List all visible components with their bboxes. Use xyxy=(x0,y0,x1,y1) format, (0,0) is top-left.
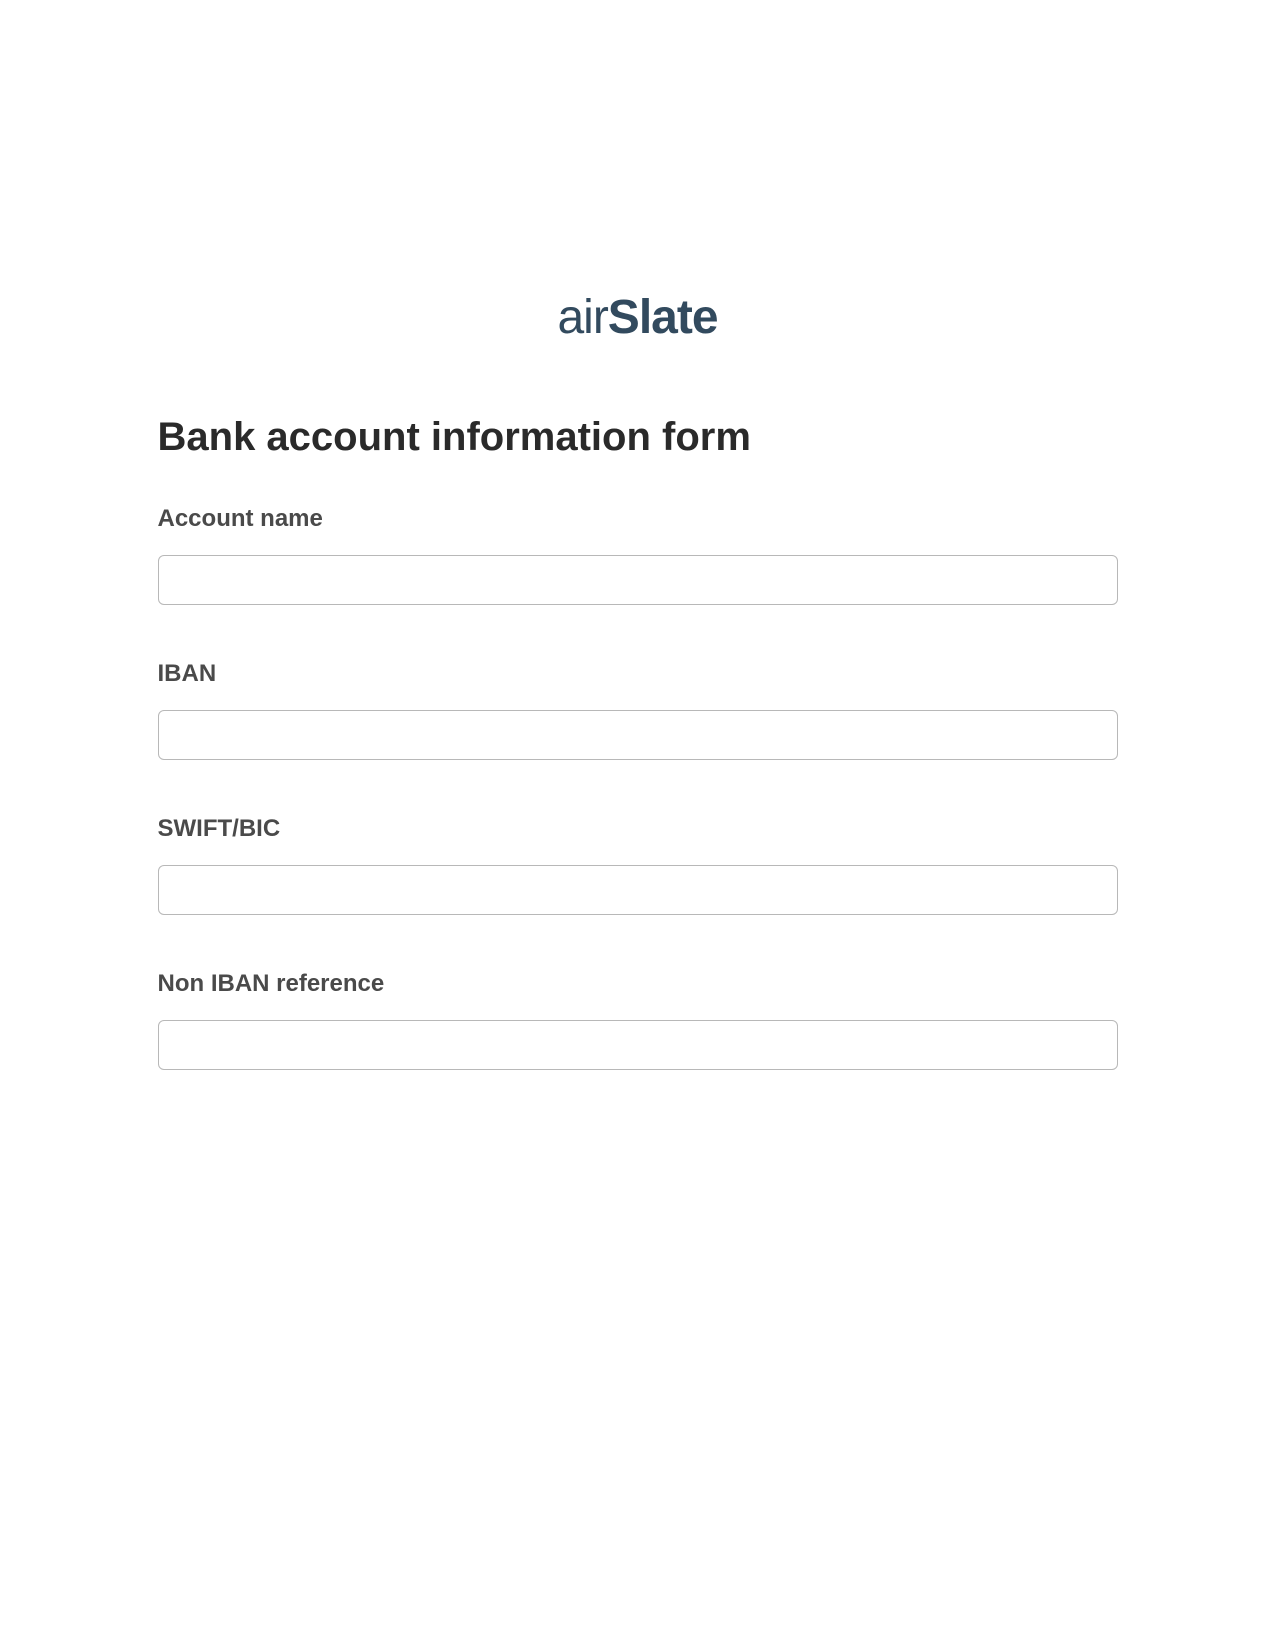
account-name-input[interactable] xyxy=(158,555,1118,605)
account-name-label: Account name xyxy=(158,505,1118,533)
form-title: Bank account information form xyxy=(158,415,1118,460)
swift-bic-label: SWIFT/BIC xyxy=(158,815,1118,843)
form-container: airSlate Bank account information form A… xyxy=(158,290,1118,1070)
iban-input[interactable] xyxy=(158,710,1118,760)
non-iban-reference-input[interactable] xyxy=(158,1020,1118,1070)
non-iban-reference-label: Non IBAN reference xyxy=(158,970,1118,998)
field-account-name: Account name xyxy=(158,505,1118,605)
swift-bic-input[interactable] xyxy=(158,865,1118,915)
field-non-iban-reference: Non IBAN reference xyxy=(158,970,1118,1070)
field-iban: IBAN xyxy=(158,660,1118,760)
logo-suffix: Slate xyxy=(608,291,718,344)
field-swift-bic: SWIFT/BIC xyxy=(158,815,1118,915)
logo: airSlate xyxy=(158,290,1118,345)
logo-text: airSlate xyxy=(557,291,717,344)
iban-label: IBAN xyxy=(158,660,1118,688)
logo-prefix: air xyxy=(557,291,607,344)
